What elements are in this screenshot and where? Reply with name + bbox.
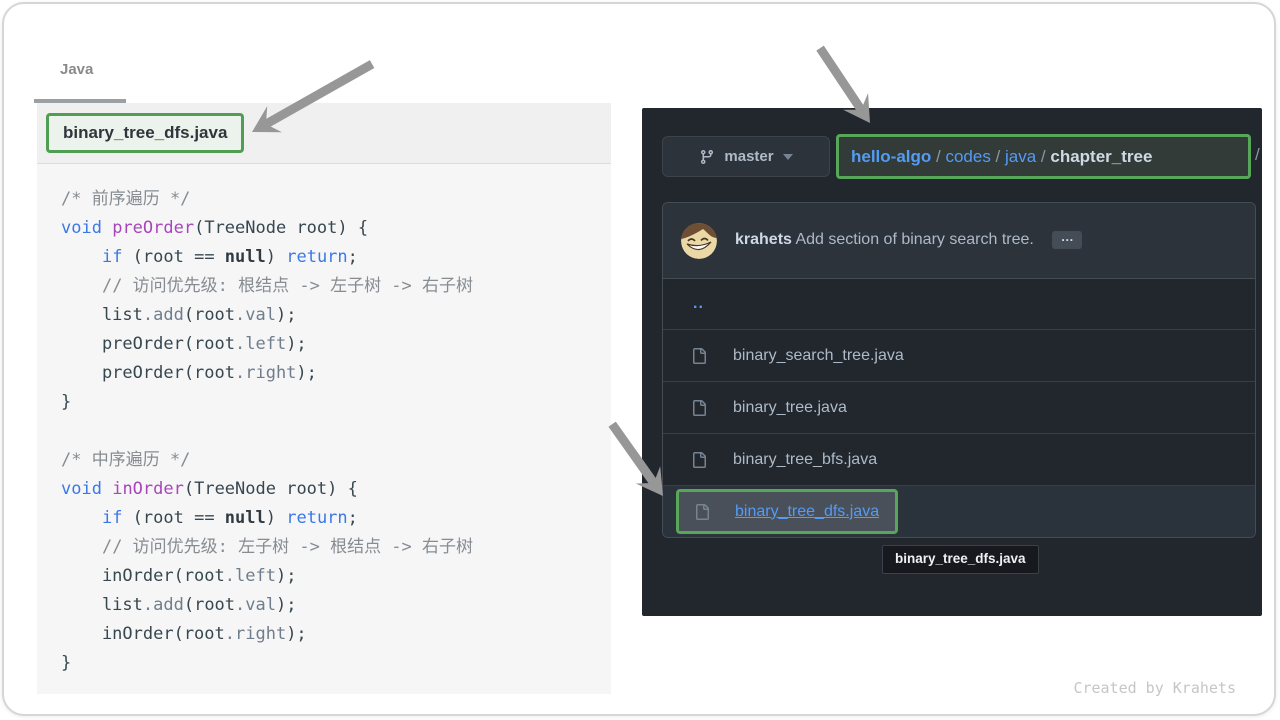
breadcrumb-trailing-slash: /	[1255, 145, 1260, 165]
chevron-down-icon	[783, 154, 793, 160]
watermark: Created by Krahets	[1073, 679, 1236, 697]
file-icon	[691, 348, 707, 364]
file-icon	[691, 452, 707, 468]
commit-author[interactable]: krahets	[735, 232, 792, 249]
commit-message[interactable]: Add section of binary search tree.	[795, 232, 1033, 249]
code-line: preOrder(root.right);	[61, 359, 611, 388]
branch-selector-button[interactable]: master	[662, 136, 830, 177]
file-link[interactable]: binary_tree_dfs.java	[735, 503, 879, 521]
code-titlebar: binary_tree_dfs.java	[37, 103, 611, 164]
breadcrumb-segment-chapter_tree: chapter_tree	[1050, 147, 1152, 166]
github-file-browser: master hello-algo / codes / java / chapt…	[642, 108, 1262, 616]
file-name[interactable]: binary_tree_bfs.java	[733, 451, 877, 469]
code-line: if (root == null) return;	[61, 243, 611, 272]
figure-card: Java binary_tree_dfs.java /* 前序遍历 */void…	[2, 2, 1276, 716]
file-icon	[694, 504, 710, 520]
avatar[interactable]	[681, 223, 717, 259]
file-list-container: krahets Add section of binary search tre…	[662, 202, 1256, 538]
file-name[interactable]: binary_search_tree.java	[733, 347, 904, 365]
breadcrumb-segment-codes[interactable]: codes	[945, 147, 990, 166]
parent-directory-row[interactable]: ..	[663, 279, 1255, 329]
code-line: list.add(root.val);	[61, 301, 611, 330]
breadcrumb-separator: /	[931, 147, 945, 166]
file-highlight-box: binary_tree_dfs.java	[676, 489, 898, 534]
filename-highlight-box: binary_tree_dfs.java	[46, 113, 244, 153]
breadcrumb: hello-algo / codes / java / chapter_tree	[851, 147, 1152, 167]
file-icon	[691, 400, 707, 416]
code-line: if (root == null) return;	[61, 504, 611, 533]
git-branch-icon	[699, 149, 715, 165]
breadcrumb-segment-java[interactable]: java	[1005, 147, 1036, 166]
code-line: // 访问优先级: 左子树 -> 根结点 -> 右子树	[61, 533, 611, 562]
code-line: // 访问优先级: 根结点 -> 左子树 -> 右子树	[61, 272, 611, 301]
file-list: .. binary_search_tree.java binary_tree.jav…	[663, 279, 1255, 537]
commit-more-button[interactable]: …	[1052, 231, 1082, 249]
tab-java[interactable]: Java	[60, 61, 93, 78]
code-line: inOrder(root.left);	[61, 562, 611, 591]
file-row[interactable]: binary_tree.java	[663, 381, 1255, 433]
file-row[interactable]: binary_tree_bfs.java	[663, 433, 1255, 485]
code-line: }	[61, 388, 611, 417]
file-row-highlighted[interactable]: binary_tree_dfs.java	[663, 485, 1255, 537]
code-line: void preOrder(TreeNode root) {	[61, 214, 611, 243]
code-line: list.add(root.val);	[61, 591, 611, 620]
code-line: inOrder(root.right);	[61, 620, 611, 649]
breadcrumb-separator: /	[991, 147, 1005, 166]
code-line	[61, 417, 611, 446]
filename-tooltip: binary_tree_dfs.java	[882, 545, 1039, 574]
latest-commit-bar: krahets Add section of binary search tre…	[663, 203, 1255, 279]
code-block: /* 前序遍历 */void preOrder(TreeNode root) {…	[37, 164, 611, 694]
breadcrumb-segment-hello-algo[interactable]: hello-algo	[851, 147, 931, 166]
code-line: void inOrder(TreeNode root) {	[61, 475, 611, 504]
branch-label: master	[724, 148, 773, 165]
code-line: preOrder(root.left);	[61, 330, 611, 359]
code-line: /* 前序遍历 */	[61, 185, 611, 214]
code-file-title: binary_tree_dfs.java	[63, 123, 227, 143]
file-row[interactable]: binary_search_tree.java	[663, 329, 1255, 381]
breadcrumb-highlight-box: hello-algo / codes / java / chapter_tree	[836, 134, 1251, 179]
code-line: /* 中序遍历 */	[61, 446, 611, 475]
code-line: }	[61, 649, 611, 678]
breadcrumb-separator: /	[1036, 147, 1050, 166]
file-name[interactable]: binary_tree.java	[733, 399, 847, 417]
parent-directory-link[interactable]: ..	[693, 295, 704, 313]
